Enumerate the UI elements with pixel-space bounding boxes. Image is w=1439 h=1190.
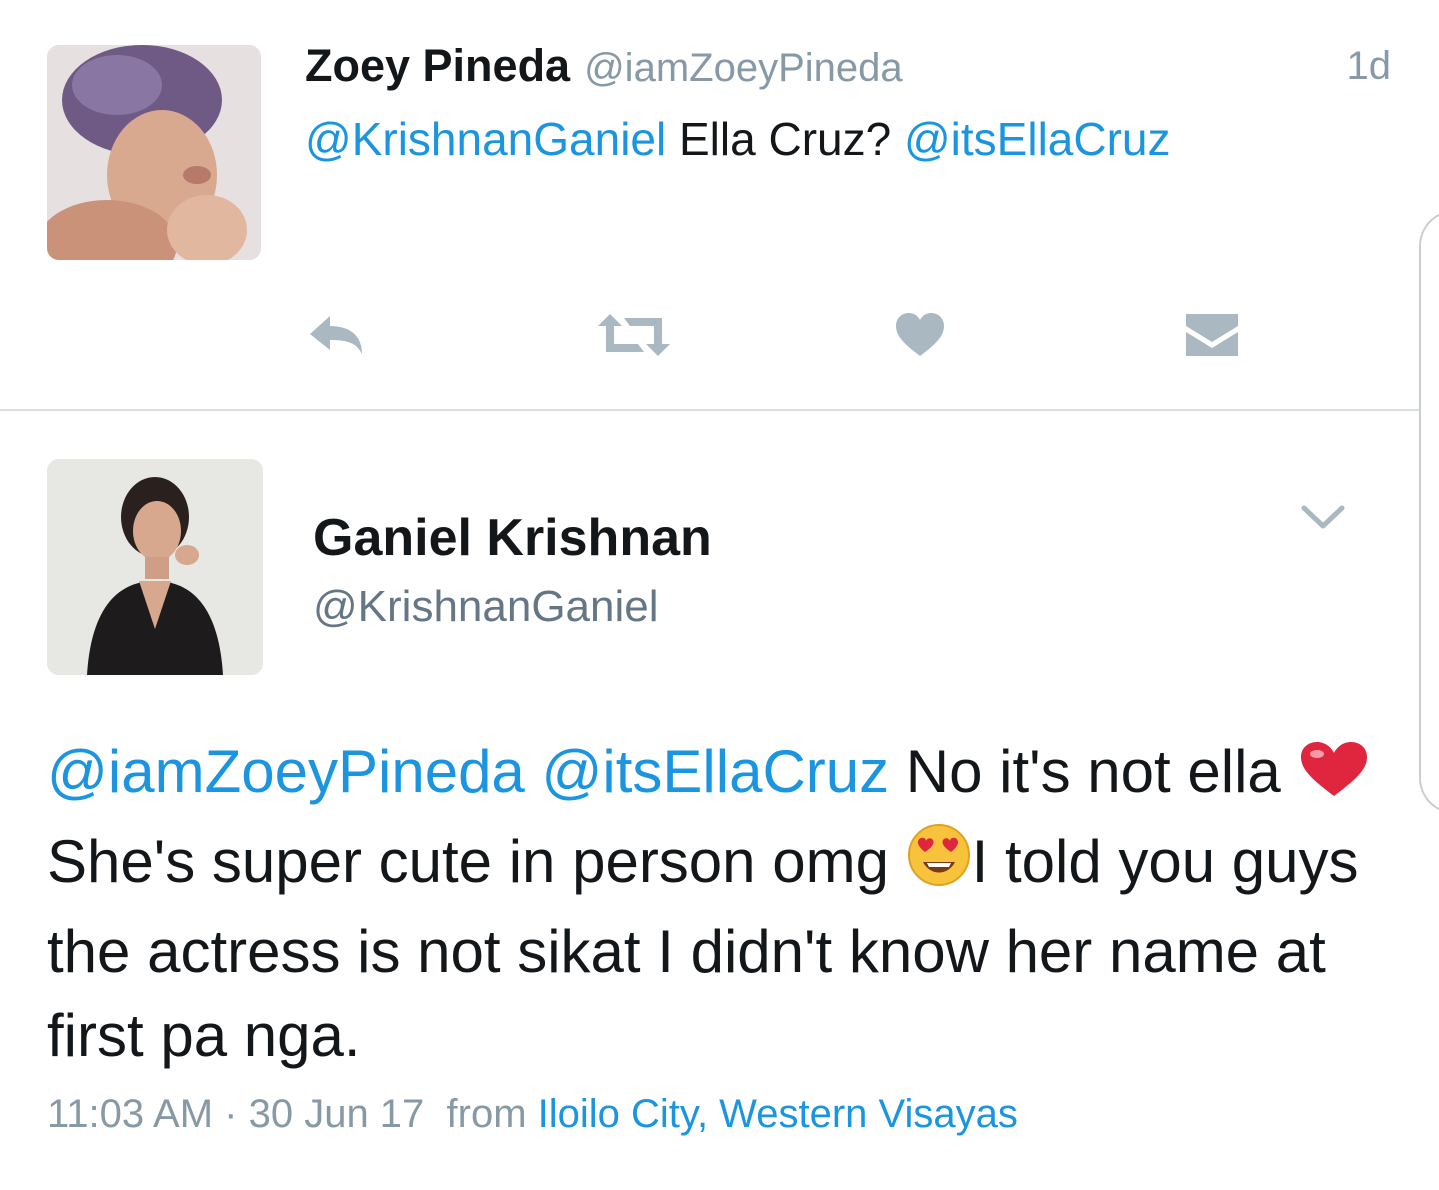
mention-link[interactable]: @itsEllaCruz [541,738,889,805]
reply-icon [310,316,362,354]
like-button[interactable] [880,300,960,370]
tweet-text-plain: She's super cute in person omg [47,828,906,895]
message-icon [1186,314,1238,356]
display-name[interactable]: Zoey Pineda [305,40,570,91]
tweet-menu-button[interactable] [1298,498,1348,538]
reply-button[interactable] [296,300,376,370]
tweet-text-plain: Ella Cruz? [666,113,904,165]
avatar-photo [47,459,263,675]
timestamp[interactable]: 1d [1347,44,1392,89]
red-heart-emoji-icon [1297,736,1371,820]
tweet-text: @iamZoeyPineda @itsEllaCruz No it's not … [47,730,1397,1078]
mention-link[interactable]: @iamZoeyPineda [47,738,525,805]
heart-eyes-emoji-icon [906,822,972,910]
retweet-button[interactable] [594,300,674,370]
username[interactable]: @KrishnanGaniel [313,582,659,632]
mention-link[interactable]: @KrishnanGaniel [305,113,666,165]
meta-separator: · [213,1092,249,1136]
username[interactable]: @iamZoeyPineda [584,46,903,90]
divider [0,409,1419,411]
tweet-actions [0,300,1439,370]
avatar[interactable] [47,459,263,675]
tweet-zoey-pineda[interactable]: Zoey Pineda @iamZoeyPineda 1d @KrishnanGa… [0,0,1439,410]
like-icon [896,313,944,356]
tweet-text-plain: No it's not ella [889,738,1298,805]
location-link[interactable]: Iloilo City, Western Visayas [538,1092,1018,1136]
avatar-photo [47,45,261,260]
chevron-down-icon [1301,505,1345,529]
avatar[interactable] [47,45,261,260]
tweet-time[interactable]: 11:03 AM [47,1092,213,1136]
scrollbar[interactable] [1419,210,1439,814]
retweet-icon [598,314,670,356]
tweet-meta: 11:03 AM · 30 Jun 17 from Iloilo City, W… [47,1092,1018,1137]
tweet-date[interactable]: 30 Jun 17 [249,1092,425,1136]
direct-message-button[interactable] [1172,300,1252,370]
from-label: from [446,1092,538,1136]
display-name[interactable]: Ganiel Krishnan [313,508,712,568]
tweet-text: @KrishnanGaniel Ella Cruz? @itsEllaCruz [305,112,1171,166]
tweet-header: Zoey Pineda @iamZoeyPineda [305,40,903,92]
mention-link[interactable]: @itsEllaCruz [904,113,1171,165]
